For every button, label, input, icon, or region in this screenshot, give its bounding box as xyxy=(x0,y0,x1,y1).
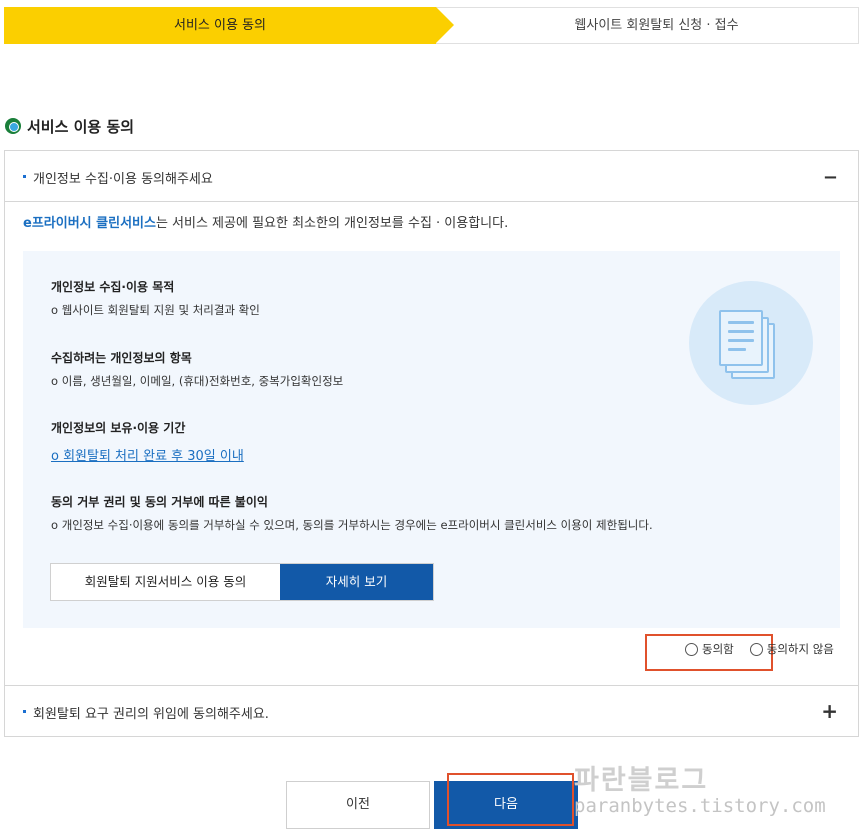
step-progress-bar: 서비스 이용 동의 웹사이트 회원탈퇴 신청 · 접수 xyxy=(4,7,859,44)
refusal-block: 동의 거부 권리 및 동의 거부에 따른 불이익 o 개인정보 수집·이용에 동… xyxy=(51,493,653,533)
document-front-icon xyxy=(719,310,763,366)
step-arrow xyxy=(436,7,454,43)
purpose-detail: o 웹사이트 회원탈퇴 지원 및 처리결과 확인 xyxy=(51,303,260,317)
retention-block: 개인정보의 보유·이용 기간 o 회원탈퇴 처리 완료 후 30일 이내 xyxy=(51,419,244,464)
documents-icon xyxy=(689,281,813,405)
brand-name: e프라이버시 클린서비스 xyxy=(23,216,156,231)
consent-intro-text: e프라이버시 클린서비스는 서비스 제공에 필요한 최소한의 개인정보를 수집 … xyxy=(23,212,508,231)
items-detail: o 이름, 생년월일, 이메일, (휴대)전화번호, 중복가입확인정보 xyxy=(51,374,344,388)
refusal-detail: o 개인정보 수집·이용에 동의를 거부하실 수 있으며, 동의를 거부하시는 … xyxy=(51,518,653,532)
refusal-heading: 동의 거부 권리 및 동의 거부에 따른 불이익 xyxy=(51,495,268,509)
watermark-url: paranbytes.tistory.com xyxy=(574,795,826,817)
minus-icon[interactable]: − xyxy=(823,167,838,188)
consent-info-box: 개인정보 수집·이용 목적 o 웹사이트 회원탈퇴 지원 및 처리결과 확인 수… xyxy=(23,251,840,628)
section-title: 서비스 이용 동의 xyxy=(5,116,134,136)
purpose-heading: 개인정보 수집·이용 목적 xyxy=(51,280,175,294)
watermark-title: 파란블로그 xyxy=(574,765,709,796)
step-2-label: 웹사이트 회원탈퇴 신청 · 접수 xyxy=(574,18,739,33)
disagree-radio-label[interactable]: 동의하지 않음 xyxy=(767,641,834,657)
view-detail-button[interactable]: 자세히 보기 xyxy=(280,564,433,600)
purpose-block: 개인정보 수집·이용 목적 o 웹사이트 회원탈퇴 지원 및 처리결과 확인 xyxy=(51,278,260,318)
section-title-text: 서비스 이용 동의 xyxy=(27,117,135,136)
circle-bullet-icon xyxy=(5,118,21,134)
privacy-consent-header[interactable]: 개인정보 수집·이용 동의해주세요 − xyxy=(5,151,858,202)
privacy-consent-header-label: 개인정보 수집·이용 동의해주세요 xyxy=(33,172,213,187)
agree-radio[interactable] xyxy=(685,642,698,656)
service-consent-label: 회원탈퇴 지원서비스 이용 동의 xyxy=(51,564,280,600)
retention-heading: 개인정보의 보유·이용 기간 xyxy=(51,421,186,435)
next-button-highlight xyxy=(447,773,574,826)
items-block: 수집하려는 개인정보의 항목 o 이름, 생년월일, 이메일, (휴대)전화번호… xyxy=(51,349,343,389)
square-bullet-icon xyxy=(23,710,26,713)
plus-icon[interactable]: + xyxy=(821,699,838,723)
service-consent-button-row: 회원탈퇴 지원서비스 이용 동의 자세히 보기 xyxy=(50,563,434,601)
retention-link[interactable]: o 회원탈퇴 처리 완료 후 30일 이내 xyxy=(51,445,244,464)
consent-radio-group: 동의함 동의하지 않음 xyxy=(685,641,850,657)
disagree-radio[interactable] xyxy=(749,642,763,656)
delegation-consent-header-label: 회원탈퇴 요구 권리의 위임에 동의해주세요. xyxy=(33,707,269,722)
prev-button[interactable]: 이전 xyxy=(286,781,430,829)
step-1-label: 서비스 이용 동의 xyxy=(174,18,266,33)
square-bullet-icon xyxy=(23,175,26,178)
delegation-consent-accordion[interactable]: 회원탈퇴 요구 권리의 위임에 동의해주세요. + xyxy=(4,685,859,737)
agree-radio-label[interactable]: 동의함 xyxy=(702,641,734,657)
items-heading: 수집하려는 개인정보의 항목 xyxy=(51,351,192,365)
intro-rest: 는 서비스 제공에 필요한 최소한의 개인정보를 수집 · 이용합니다. xyxy=(155,216,509,231)
privacy-consent-accordion: 개인정보 수집·이용 동의해주세요 − e프라이버시 클린서비스는 서비스 제공… xyxy=(4,150,859,686)
